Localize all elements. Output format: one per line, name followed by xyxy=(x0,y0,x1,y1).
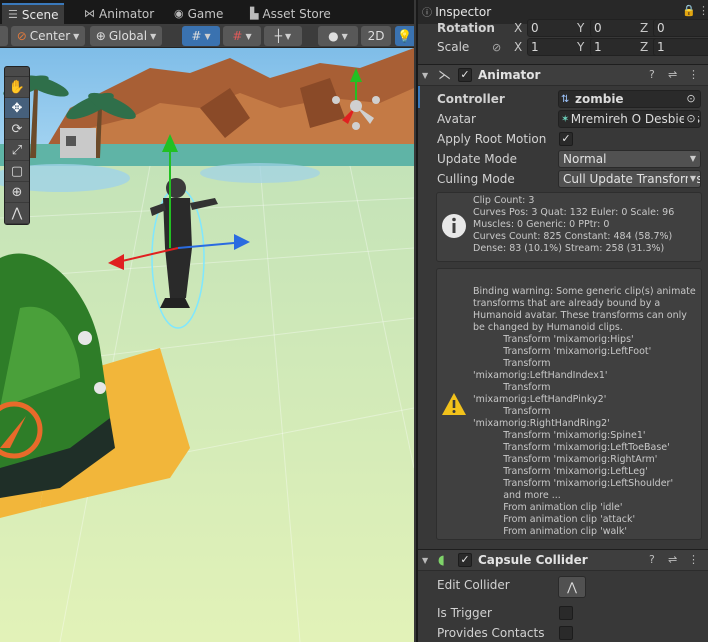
scale-tool-icon[interactable]: ⤢ xyxy=(5,140,29,161)
chevron-down-icon: ▼ xyxy=(150,31,157,41)
edit-collider-row: Edit Collider ⋀ xyxy=(418,575,708,598)
scene-render xyxy=(0,48,414,642)
tools-grip[interactable] xyxy=(5,67,29,77)
animator-header[interactable]: ▼ ⋋ ✓ Animator ? ⇌ ⋮ xyxy=(418,64,708,86)
increment-snap-icon: # xyxy=(232,29,243,43)
controller-row: Controller ⇅ zombie ⊙ xyxy=(418,89,708,109)
scene-tabbar: ☰ Scene ⋈ Animator ◉ Game ▙ Asset Store xyxy=(0,0,414,24)
update-mode-row: Update Mode Normal ▼ xyxy=(418,149,708,169)
culling-mode-dropdown[interactable]: Cull Update Transforms ▼ xyxy=(558,170,701,188)
transform-tools: ✋ ✥ ⟳ ⤢ ▢ ⊕ ⋀ xyxy=(4,66,30,225)
chevron-down-icon: ▼ xyxy=(341,31,348,41)
chevron-down-icon: ▼ xyxy=(204,31,211,41)
provides-contacts-checkbox[interactable] xyxy=(559,626,573,640)
constrain-proportions-icon[interactable]: ⊘ xyxy=(492,41,501,54)
rotate-tool-icon[interactable]: ⟳ xyxy=(5,119,29,140)
rotation-row: Rotation X 0 Y 0 Z 0 xyxy=(418,18,708,38)
avatar-row: Avatar ✶ Mremireh O Desbiens ⊙ xyxy=(437,110,701,128)
animator-icon: ⋈ xyxy=(84,7,95,20)
animator-enabled-checkbox[interactable]: ✓ xyxy=(458,68,472,82)
apply-root-motion-row: Apply Root Motion ✓ xyxy=(418,129,708,149)
rotation-z-field[interactable]: 0 xyxy=(653,19,708,37)
tab-asset-store[interactable]: ▙ Asset Store xyxy=(244,3,337,24)
chevron-down-icon: ▼ xyxy=(73,31,80,41)
rect-tool-icon[interactable]: ▢ xyxy=(5,161,29,182)
scene-icon: ☰ xyxy=(8,8,18,21)
controller-field[interactable]: ⇅ zombie ⊙ xyxy=(558,90,701,108)
animator-icon: ⋋ xyxy=(438,67,451,83)
globe-icon: ⊕ xyxy=(95,29,106,43)
grid-snap-icon: # xyxy=(191,29,202,43)
inspector-panel: ⓘ Inspector 🔒 ⋮ Rotation X 0 Y 0 Z 0 ⓘ I… xyxy=(416,0,708,642)
component-menu-icon[interactable]: ⋮ xyxy=(688,553,699,566)
info-icon xyxy=(442,214,466,238)
capsule-collider-header[interactable]: ▼ ◖ ✓ Capsule Collider ? ⇌ ⋮ xyxy=(418,549,708,571)
presets-icon[interactable]: ⇌ xyxy=(668,68,677,81)
tab-animator[interactable]: ⋈ Animator xyxy=(78,3,160,24)
tab-game[interactable]: ◉ Game xyxy=(168,3,229,24)
game-icon: ◉ xyxy=(174,7,184,20)
animator-controller-icon: ⇅ xyxy=(561,93,570,105)
pivot-icon: ⊘ xyxy=(16,29,27,43)
apply-root-motion-checkbox[interactable]: ✓ xyxy=(559,132,573,146)
store-icon: ▙ xyxy=(250,7,259,20)
help-icon[interactable]: ? xyxy=(649,553,655,566)
increment-snap-button[interactable]: # ▼ xyxy=(223,26,261,46)
update-mode-dropdown[interactable]: Normal ▼ xyxy=(558,150,701,168)
chevron-down-icon: ▼ xyxy=(245,31,252,41)
presets-icon[interactable]: ⇌ xyxy=(668,553,677,566)
foldout-arrow-icon[interactable]: ▼ xyxy=(422,556,428,565)
avatar-icon: ✶ xyxy=(561,113,570,125)
warning-icon xyxy=(442,393,466,415)
help-icon[interactable]: ? xyxy=(649,68,655,81)
lighting-toggle[interactable]: 💡 xyxy=(395,26,414,46)
is-trigger-row: Is Trigger xyxy=(418,603,708,623)
grid-visibility-button[interactable]: ┼ ▼ xyxy=(264,26,302,46)
avatar-field[interactable]: ✶ Mremireh O Desbiens ⊙ xyxy=(558,110,701,128)
move-tool-icon[interactable]: ✥ xyxy=(5,98,29,119)
object-picker-icon[interactable]: ⊙ xyxy=(684,91,698,107)
grid-icon: ┼ xyxy=(274,29,283,43)
capsule-collider-enabled-checkbox[interactable]: ✓ xyxy=(458,553,472,567)
edit-collider-button[interactable]: ⋀ xyxy=(558,576,586,598)
binding-warning-box: Binding warning: Some generic clip(s) an… xyxy=(436,268,702,540)
scale-row: Scale ⊘ X 1 Y 1 Z 1 xyxy=(418,37,708,57)
foldout-arrow-icon[interactable]: ▼ xyxy=(422,71,428,80)
pivot-dropdown[interactable]: ⊘ Center ▼ xyxy=(11,26,85,46)
animator-info-box: Clip Count: 3 Curves Pos: 3 Quat: 132 Eu… xyxy=(436,192,702,262)
tab-scene[interactable]: ☰ Scene xyxy=(2,3,65,24)
space-dropdown[interactable]: ⊕ Global ▼ xyxy=(90,26,162,46)
chevron-down-icon: ▼ xyxy=(687,171,696,187)
is-trigger-checkbox[interactable] xyxy=(559,606,573,620)
draw-mode-button[interactable]: ● ▼ xyxy=(318,26,358,46)
component-menu-icon[interactable]: ⋮ xyxy=(688,68,699,81)
culling-mode-row: Culling Mode Cull Update Transforms ▼ xyxy=(437,170,701,188)
transform-tool-icon[interactable]: ⊕ xyxy=(5,182,29,203)
lightbulb-icon: 💡 xyxy=(397,29,412,43)
scene-viewport[interactable]: ✋ ✥ ⟳ ⤢ ▢ ⊕ ⋀ xyxy=(0,48,414,642)
edit-collider-icon: ⋀ xyxy=(567,580,577,594)
object-picker-icon[interactable]: ⊙ xyxy=(684,111,698,127)
chevron-down-icon: ▼ xyxy=(285,31,292,41)
capsule-collider-icon: ◖ xyxy=(438,552,445,568)
grid-snap-button[interactable]: # ▼ xyxy=(182,26,220,46)
provides-contacts-row: Provides Contacts xyxy=(418,623,708,642)
custom-tool-icon[interactable]: ⋀ xyxy=(5,203,29,224)
chevron-down-icon: ▼ xyxy=(687,151,696,167)
scene-panel: ☰ Scene ⋈ Animator ◉ Game ▙ Asset Store … xyxy=(0,0,414,642)
scale-z-field[interactable]: 1 xyxy=(653,38,708,56)
mode-2d-button[interactable]: 2D xyxy=(361,26,391,46)
hand-tool-icon[interactable]: ✋ xyxy=(5,77,29,98)
shading-sphere-icon: ● xyxy=(328,29,339,43)
scene-toolbar: ⊘ Center ▼ ⊕ Global ▼ # ▼ # ▼ ┼ ▼ ● ▼ 2D xyxy=(0,24,414,48)
toolbar-overflow[interactable] xyxy=(0,26,8,46)
